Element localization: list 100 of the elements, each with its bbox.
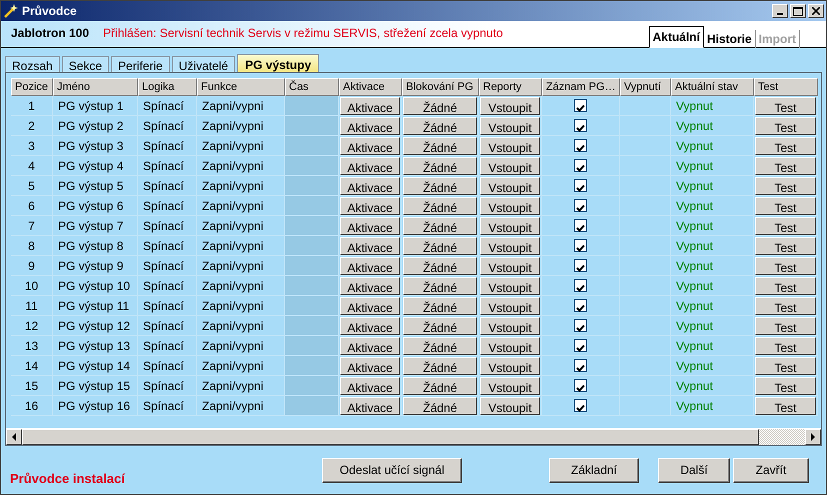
blocking-button[interactable]: Žádné bbox=[403, 97, 477, 115]
checkbox[interactable] bbox=[574, 359, 587, 372]
reports-button[interactable]: Vstoupit bbox=[480, 397, 540, 415]
checkbox[interactable] bbox=[574, 259, 587, 272]
tab[interactable]: PG výstupy bbox=[237, 54, 320, 74]
scroll-left-icon[interactable] bbox=[6, 429, 22, 445]
column-header[interactable]: Aktivace bbox=[339, 78, 402, 96]
minimize-button[interactable] bbox=[772, 4, 788, 18]
blocking-button[interactable]: Žádné bbox=[403, 197, 477, 215]
test-button[interactable]: Test bbox=[755, 357, 816, 375]
checkbox[interactable] bbox=[574, 299, 587, 312]
checkbox[interactable] bbox=[574, 379, 587, 392]
test-button[interactable]: Test bbox=[755, 257, 816, 275]
reports-button[interactable]: Vstoupit bbox=[480, 217, 540, 235]
column-header[interactable]: Test bbox=[754, 78, 818, 96]
test-button[interactable]: Test bbox=[755, 337, 816, 355]
column-header[interactable]: Vypnutí bbox=[620, 78, 671, 96]
blocking-button[interactable]: Žádné bbox=[403, 317, 477, 335]
checkbox[interactable] bbox=[574, 159, 587, 172]
test-button[interactable]: Test bbox=[755, 117, 816, 135]
reports-button[interactable]: Vstoupit bbox=[480, 197, 540, 215]
test-button[interactable]: Test bbox=[755, 177, 816, 195]
column-header[interactable]: Jméno bbox=[53, 78, 138, 96]
activation-button[interactable]: Aktivace bbox=[340, 337, 400, 355]
reports-button[interactable]: Vstoupit bbox=[480, 377, 540, 395]
send-signal-button[interactable]: Odeslat učící signál bbox=[322, 458, 462, 482]
blocking-button[interactable]: Žádné bbox=[403, 277, 477, 295]
test-button[interactable]: Test bbox=[755, 297, 816, 315]
scroll-right-icon[interactable] bbox=[805, 429, 821, 445]
test-button[interactable]: Test bbox=[755, 237, 816, 255]
test-button[interactable]: Test bbox=[755, 397, 816, 415]
reports-button[interactable]: Vstoupit bbox=[480, 137, 540, 155]
checkbox[interactable] bbox=[574, 119, 587, 132]
checkbox[interactable] bbox=[574, 199, 587, 212]
column-header[interactable]: Logika bbox=[138, 78, 197, 96]
blocking-button[interactable]: Žádné bbox=[403, 337, 477, 355]
reports-button[interactable]: Vstoupit bbox=[480, 297, 540, 315]
column-header[interactable]: Reporty bbox=[479, 78, 542, 96]
activation-button[interactable]: Aktivace bbox=[340, 117, 400, 135]
column-header[interactable]: Aktuální stav bbox=[671, 78, 754, 96]
checkbox[interactable] bbox=[574, 319, 587, 332]
blocking-button[interactable]: Žádné bbox=[403, 237, 477, 255]
reports-button[interactable]: Vstoupit bbox=[480, 177, 540, 195]
test-button[interactable]: Test bbox=[755, 217, 816, 235]
reports-button[interactable]: Vstoupit bbox=[480, 237, 540, 255]
activation-button[interactable]: Aktivace bbox=[340, 377, 400, 395]
basic-button[interactable]: Základní bbox=[549, 458, 639, 482]
blocking-button[interactable]: Žádné bbox=[403, 397, 477, 415]
activation-button[interactable]: Aktivace bbox=[340, 297, 400, 315]
blocking-button[interactable]: Žádné bbox=[403, 297, 477, 315]
view-tab[interactable]: Historie bbox=[704, 30, 756, 48]
reports-button[interactable]: Vstoupit bbox=[480, 317, 540, 335]
column-header[interactable]: Čas bbox=[285, 78, 339, 96]
checkbox[interactable] bbox=[574, 179, 587, 192]
blocking-button[interactable]: Žádné bbox=[403, 377, 477, 395]
checkbox[interactable] bbox=[574, 239, 587, 252]
activation-button[interactable]: Aktivace bbox=[340, 397, 400, 415]
blocking-button[interactable]: Žádné bbox=[403, 357, 477, 375]
reports-button[interactable]: Vstoupit bbox=[480, 357, 540, 375]
close-button[interactable] bbox=[808, 4, 824, 18]
scrollbar-thumb[interactable] bbox=[22, 429, 759, 445]
test-button[interactable]: Test bbox=[755, 157, 816, 175]
reports-button[interactable]: Vstoupit bbox=[480, 117, 540, 135]
checkbox[interactable] bbox=[574, 339, 587, 352]
blocking-button[interactable]: Žádné bbox=[403, 177, 477, 195]
activation-button[interactable]: Aktivace bbox=[340, 157, 400, 175]
reports-button[interactable]: Vstoupit bbox=[480, 157, 540, 175]
test-button[interactable]: Test bbox=[755, 377, 816, 395]
reports-button[interactable]: Vstoupit bbox=[480, 337, 540, 355]
column-header[interactable]: Pozice bbox=[11, 78, 53, 96]
activation-button[interactable]: Aktivace bbox=[340, 177, 400, 195]
blocking-button[interactable]: Žádné bbox=[403, 137, 477, 155]
maximize-button[interactable] bbox=[790, 4, 806, 18]
column-header[interactable]: Funkce bbox=[197, 78, 285, 96]
blocking-button[interactable]: Žádné bbox=[403, 217, 477, 235]
column-header[interactable]: Záznam PG… bbox=[542, 78, 620, 96]
blocking-button[interactable]: Žádné bbox=[403, 157, 477, 175]
test-button[interactable]: Test bbox=[755, 97, 816, 115]
checkbox[interactable] bbox=[574, 219, 587, 232]
column-header[interactable]: Blokování PG bbox=[402, 78, 479, 96]
reports-button[interactable]: Vstoupit bbox=[480, 277, 540, 295]
test-button[interactable]: Test bbox=[755, 197, 816, 215]
blocking-button[interactable]: Žádné bbox=[403, 257, 477, 275]
checkbox[interactable] bbox=[574, 99, 587, 112]
activation-button[interactable]: Aktivace bbox=[340, 137, 400, 155]
test-button[interactable]: Test bbox=[755, 277, 816, 295]
test-button[interactable]: Test bbox=[755, 317, 816, 335]
blocking-button[interactable]: Žádné bbox=[403, 117, 477, 135]
activation-button[interactable]: Aktivace bbox=[340, 357, 400, 375]
activation-button[interactable]: Aktivace bbox=[340, 257, 400, 275]
reports-button[interactable]: Vstoupit bbox=[480, 97, 540, 115]
activation-button[interactable]: Aktivace bbox=[340, 317, 400, 335]
activation-button[interactable]: Aktivace bbox=[340, 97, 400, 115]
close-dialog-button[interactable]: Zavřít bbox=[733, 458, 809, 482]
activation-button[interactable]: Aktivace bbox=[340, 237, 400, 255]
view-tab[interactable]: Aktuální bbox=[648, 26, 704, 48]
reports-button[interactable]: Vstoupit bbox=[480, 257, 540, 275]
checkbox[interactable] bbox=[574, 399, 587, 412]
test-button[interactable]: Test bbox=[755, 137, 816, 155]
activation-button[interactable]: Aktivace bbox=[340, 217, 400, 235]
